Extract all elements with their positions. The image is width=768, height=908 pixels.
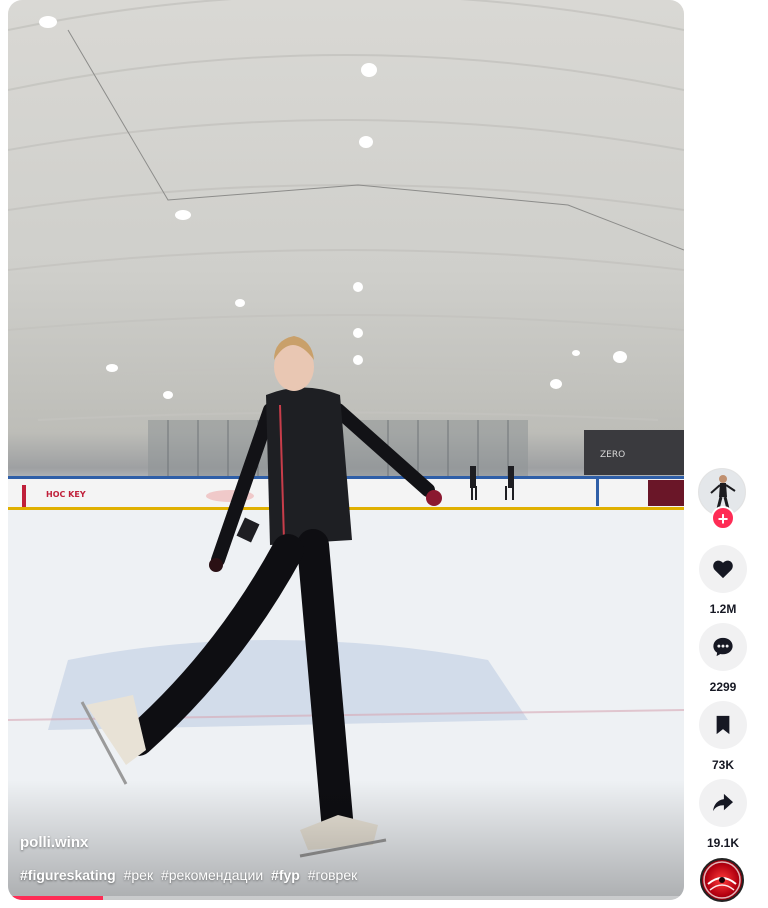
follow-button[interactable]: + — [711, 506, 735, 530]
banner-sign: ZERO — [600, 450, 625, 460]
hashtag-link[interactable]: #говрек — [308, 867, 358, 883]
like-button[interactable] — [699, 545, 747, 593]
comment-action: 2299 — [698, 623, 748, 694]
comment-icon — [713, 637, 733, 657]
share-action: 19.1K — [698, 779, 748, 850]
comment-count: 2299 — [709, 680, 737, 694]
save-count: 73K — [711, 758, 734, 772]
like-count: 1.2M — [709, 602, 737, 616]
hashtag-link[interactable]: #рек — [124, 867, 153, 883]
share-count: 19.1K — [706, 836, 740, 850]
bookmark-icon — [716, 715, 730, 735]
creator-avatar-group: + — [698, 468, 748, 530]
hashtag-link[interactable]: #figureskating — [20, 867, 116, 883]
hashtag-link[interactable]: #рекомендации — [161, 867, 263, 883]
author-username[interactable]: polli.winx — [20, 834, 88, 851]
music-disc-icon[interactable] — [700, 858, 744, 902]
hashtag-link[interactable]: #fyp — [271, 867, 300, 883]
video-caption: #figureskating #рек #рекомендации #fyp #… — [20, 867, 361, 883]
share-button[interactable] — [699, 779, 747, 827]
like-action: 1.2M — [698, 545, 748, 616]
save-button[interactable] — [699, 701, 747, 749]
share-icon — [713, 793, 733, 812]
action-rail: + 1.2M 2299 73K 19.1K — [698, 0, 748, 908]
video-frame: ZERO HOC KEY — [8, 0, 684, 900]
heart-icon — [713, 560, 733, 579]
save-action: 73K — [698, 701, 748, 772]
video-player[interactable]: ZERO HOC KEY polli.winx #figureskating #… — [8, 0, 684, 900]
video-progress-bar[interactable] — [8, 896, 684, 900]
board-sign: HOC KEY — [46, 490, 86, 499]
music-artwork — [703, 861, 741, 899]
progress-fill — [8, 896, 103, 900]
comment-button[interactable] — [699, 623, 747, 671]
